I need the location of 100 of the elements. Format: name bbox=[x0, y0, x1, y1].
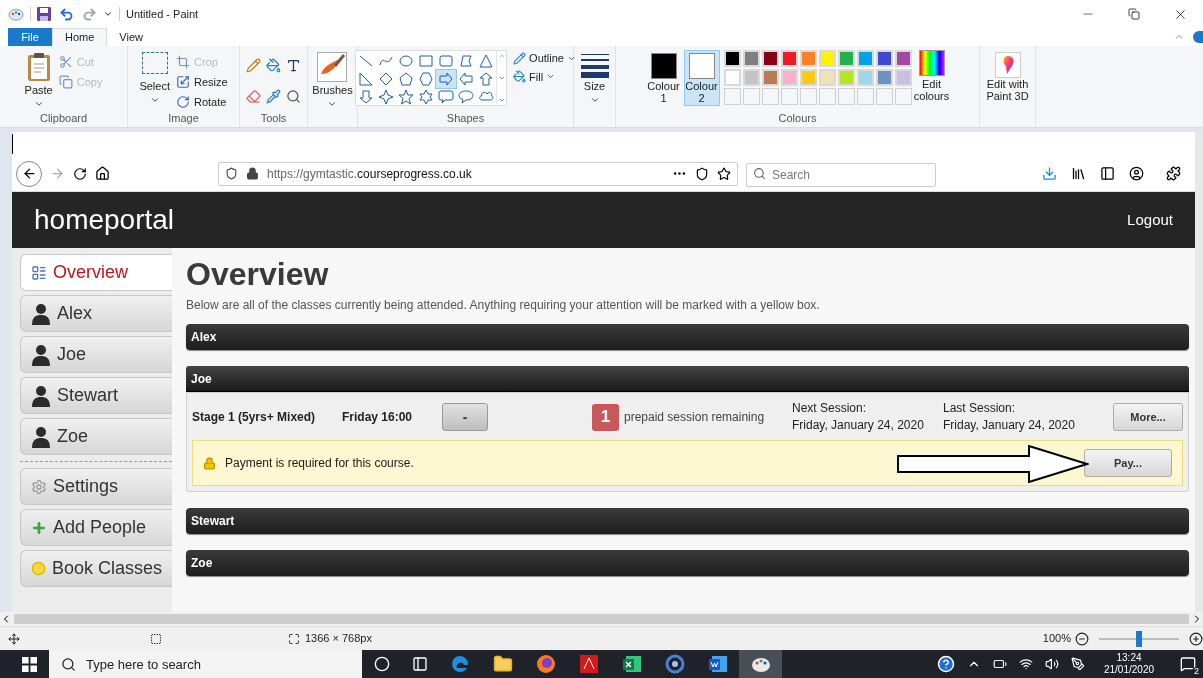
palette-swatch[interactable] bbox=[799, 50, 817, 67]
palette-swatch[interactable] bbox=[723, 69, 741, 86]
pencil-icon bbox=[513, 51, 527, 65]
home-icon[interactable] bbox=[95, 166, 110, 181]
clock[interactable]: 13:24 21/01/2020 bbox=[1097, 652, 1161, 676]
battery-icon[interactable] bbox=[993, 657, 1007, 671]
taskbar-app[interactable] bbox=[739, 650, 782, 678]
pencil-icon[interactable] bbox=[246, 58, 261, 73]
ribbon-action[interactable]: Resize bbox=[175, 72, 228, 92]
zoom-thumb[interactable] bbox=[1136, 630, 1142, 647]
library-icon[interactable] bbox=[1071, 166, 1086, 181]
brushes-button[interactable]: Brushes bbox=[312, 52, 353, 109]
nav-item[interactable]: Zoe bbox=[20, 418, 172, 455]
shape-option-icon[interactable] bbox=[436, 88, 457, 106]
palette-swatch[interactable] bbox=[837, 50, 855, 67]
pen-icon[interactable] bbox=[1071, 657, 1085, 671]
windows-logo-icon[interactable] bbox=[22, 656, 37, 672]
palette-swatch[interactable] bbox=[761, 69, 779, 86]
colour-picker-icon[interactable] bbox=[266, 88, 281, 104]
palette-swatch[interactable] bbox=[837, 69, 855, 86]
zoom-out-icon[interactable] bbox=[1075, 631, 1089, 646]
shape-option-icon[interactable] bbox=[436, 70, 457, 88]
outline-button[interactable]: Outline bbox=[513, 50, 576, 67]
nav-item[interactable]: Stewart bbox=[20, 377, 172, 414]
ribbon-tab[interactable]: View bbox=[107, 28, 155, 46]
volume-icon[interactable] bbox=[1045, 657, 1059, 671]
palette-swatch[interactable] bbox=[818, 50, 836, 67]
section-header[interactable]: Joe bbox=[186, 366, 1189, 392]
paint-3d-button[interactable]: Edit with Paint 3D bbox=[980, 52, 1035, 102]
palette-swatch[interactable] bbox=[742, 50, 760, 67]
cortana-icon[interactable] bbox=[374, 656, 390, 672]
magnifier-icon[interactable] bbox=[286, 88, 301, 104]
scroll-thumb[interactable] bbox=[14, 614, 1189, 624]
undo-icon[interactable] bbox=[59, 6, 74, 22]
fill-bucket-icon[interactable] bbox=[266, 58, 281, 73]
text-tool-icon[interactable] bbox=[286, 58, 301, 73]
extension-icon[interactable] bbox=[1166, 166, 1181, 181]
taskbar-search-field[interactable]: Type here to search bbox=[49, 650, 362, 678]
palette-swatch[interactable] bbox=[799, 69, 817, 86]
toggle-button[interactable]: - bbox=[442, 403, 488, 431]
search-field[interactable]: Search bbox=[746, 162, 936, 187]
ribbon-action[interactable]: Rotate bbox=[175, 92, 228, 112]
logout-link[interactable]: Logout bbox=[1127, 208, 1173, 232]
palette-swatch[interactable] bbox=[818, 69, 836, 86]
size-button[interactable]: Size bbox=[580, 52, 609, 105]
account-icon[interactable] bbox=[1129, 166, 1144, 181]
eraser-icon[interactable] bbox=[246, 88, 261, 104]
section-header[interactable]: Alex bbox=[186, 324, 1189, 350]
pay-button[interactable]: Pay... bbox=[1084, 449, 1172, 477]
nav-item[interactable]: Overview bbox=[20, 254, 172, 291]
colour-slot[interactable]: Colour 2 bbox=[683, 50, 720, 106]
canvas-size-icon bbox=[288, 632, 300, 645]
palette-swatch[interactable] bbox=[875, 50, 893, 67]
palette-swatch[interactable] bbox=[894, 50, 912, 67]
palette-swatch[interactable] bbox=[780, 69, 798, 86]
help-icon[interactable] bbox=[937, 655, 955, 673]
palette-swatch[interactable] bbox=[761, 50, 779, 67]
scroll-down-icon[interactable] bbox=[497, 74, 506, 82]
palette-swatch[interactable] bbox=[742, 69, 760, 86]
section-header[interactable]: Zoe bbox=[186, 550, 1189, 576]
wifi-icon[interactable] bbox=[1019, 657, 1033, 671]
save-icon[interactable] bbox=[37, 7, 51, 21]
shape-option-icon[interactable] bbox=[456, 88, 477, 106]
reload-icon[interactable] bbox=[73, 166, 87, 181]
firefox-icon bbox=[535, 654, 556, 674]
plus-icon bbox=[31, 519, 47, 536]
nav-item[interactable]: Add People bbox=[20, 509, 172, 546]
palette-swatch[interactable] bbox=[894, 69, 912, 86]
horizontal-scrollbar[interactable] bbox=[0, 612, 1203, 626]
download-icon[interactable] bbox=[1042, 166, 1057, 181]
notifications-button[interactable]: 2 bbox=[1173, 650, 1203, 678]
page-title: Overview bbox=[186, 255, 330, 294]
redo-icon[interactable] bbox=[82, 6, 97, 22]
edit-colours-button[interactable]: Edit colours bbox=[913, 50, 950, 102]
expand-icon[interactable] bbox=[497, 96, 506, 104]
customize-icon[interactable] bbox=[103, 9, 113, 19]
more-button[interactable]: More... bbox=[1113, 403, 1183, 431]
palette-swatch[interactable] bbox=[856, 50, 874, 67]
nav-item[interactable]: Alex bbox=[20, 295, 172, 332]
nav-item[interactable]: Settings bbox=[20, 468, 172, 505]
select-button[interactable]: Select bbox=[139, 52, 170, 113]
palette-swatch[interactable] bbox=[723, 50, 741, 67]
ribbon-tab[interactable]: File bbox=[8, 28, 52, 46]
star-icon[interactable] bbox=[717, 166, 731, 181]
palette-swatch[interactable] bbox=[875, 69, 893, 86]
palette-swatch[interactable] bbox=[856, 69, 874, 86]
task-view-icon[interactable] bbox=[412, 656, 428, 672]
forward-icon[interactable] bbox=[50, 166, 65, 181]
palette-swatch[interactable] bbox=[780, 50, 798, 67]
ribbon-tab[interactable]: Home bbox=[52, 28, 108, 46]
section-header[interactable]: Stewart bbox=[186, 508, 1189, 534]
nav-item[interactable]: Book Classes bbox=[20, 550, 172, 587]
nav-item[interactable]: Joe bbox=[20, 336, 172, 373]
paste-button[interactable]: Paste bbox=[24, 52, 53, 113]
fill-button[interactable]: Fill bbox=[513, 68, 576, 85]
sidebar-icon[interactable] bbox=[1100, 166, 1115, 181]
colour-slot[interactable]: Colour 1 bbox=[645, 50, 682, 106]
vertical-scrollbar[interactable] bbox=[1195, 132, 1203, 612]
zoom-in-icon[interactable] bbox=[1189, 631, 1203, 646]
url-field[interactable]: https://gymtastic.courseprogress.co.uk bbox=[218, 161, 738, 186]
